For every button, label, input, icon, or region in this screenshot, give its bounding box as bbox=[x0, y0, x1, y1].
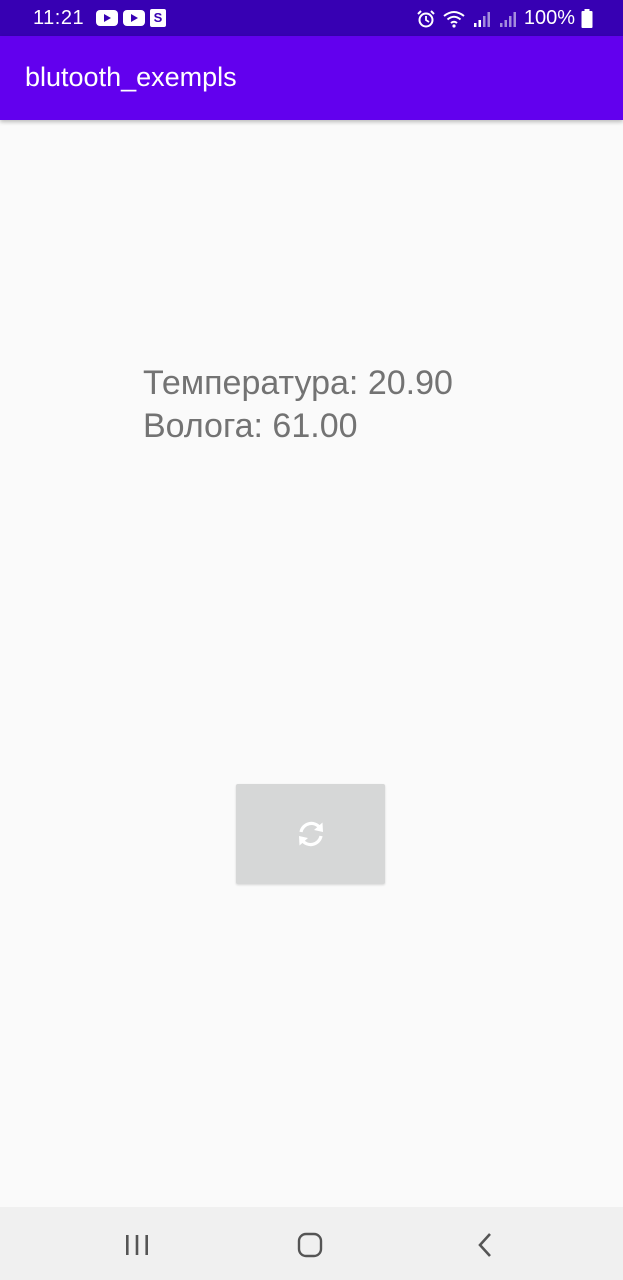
refresh-button[interactable] bbox=[236, 784, 385, 884]
status-time: 11:21 bbox=[33, 7, 85, 29]
back-icon bbox=[478, 1233, 491, 1257]
status-bar: 11:21 S 100% bbox=[0, 0, 623, 36]
navigation-bar bbox=[0, 1207, 623, 1280]
s-app-icon: S bbox=[150, 9, 166, 27]
notification-icons: S bbox=[96, 9, 166, 27]
recents-icon bbox=[126, 1235, 148, 1255]
battery-icon bbox=[581, 8, 593, 28]
signal-icon bbox=[473, 11, 490, 27]
refresh-icon bbox=[298, 821, 323, 847]
recents-button[interactable] bbox=[117, 1225, 157, 1265]
sensor-readings: Температура: 20.90 Волога: 61.00 bbox=[143, 362, 453, 448]
back-button[interactable] bbox=[465, 1225, 505, 1265]
battery-percentage: 100% bbox=[523, 7, 575, 29]
app-bar: blutooth_exempls bbox=[0, 36, 623, 120]
app-title: blutooth_exempls bbox=[25, 62, 237, 92]
humidity-reading: Волога: 61.00 bbox=[143, 407, 358, 445]
home-button[interactable] bbox=[290, 1225, 330, 1265]
alarm-icon bbox=[417, 9, 435, 27]
signal-icon bbox=[499, 11, 516, 27]
wifi-icon bbox=[443, 10, 465, 28]
temperature-reading: Температура: 20.90 bbox=[143, 364, 453, 402]
system-icons: 100% bbox=[416, 7, 593, 30]
home-icon bbox=[297, 1232, 323, 1258]
youtube-icon bbox=[96, 10, 118, 26]
youtube-icon bbox=[123, 10, 145, 26]
